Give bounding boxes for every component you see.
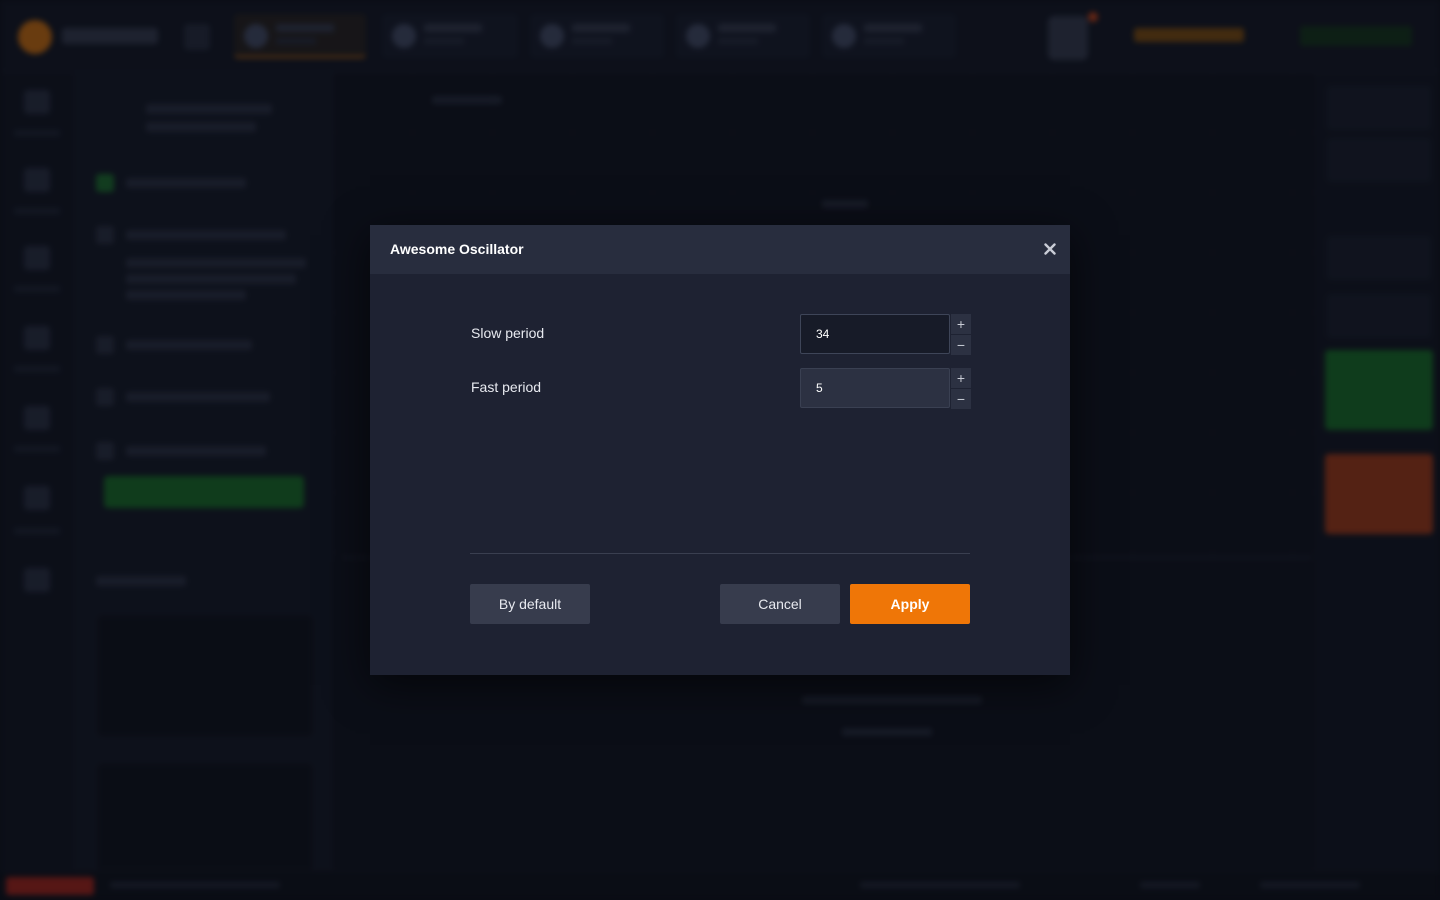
param-row-slow-period: Slow period + − [470,314,971,355]
param-row-fast-period: Fast period + − [470,368,971,409]
slow-period-label: Slow period [471,325,545,341]
fast-period-increment-button[interactable]: + [951,368,971,388]
slow-period-input[interactable] [800,314,950,354]
close-button[interactable] [1040,239,1060,259]
indicator-settings-dialog: Awesome Oscillator Slow period + − Fast … [370,225,1070,675]
slow-period-decrement-button[interactable]: − [951,335,971,355]
dialog-title: Awesome Oscillator [390,241,524,257]
slow-period-increment-button[interactable]: + [951,314,971,334]
fast-period-label: Fast period [471,379,542,395]
cancel-button[interactable]: Cancel [720,584,840,624]
dialog-header: Awesome Oscillator [370,225,1070,274]
fast-period-decrement-button[interactable]: − [951,389,971,409]
apply-button[interactable]: Apply [850,584,970,624]
close-icon [1044,243,1056,255]
fast-period-input[interactable] [800,368,950,408]
dialog-divider [470,553,970,554]
by-default-button[interactable]: By default [470,584,590,624]
